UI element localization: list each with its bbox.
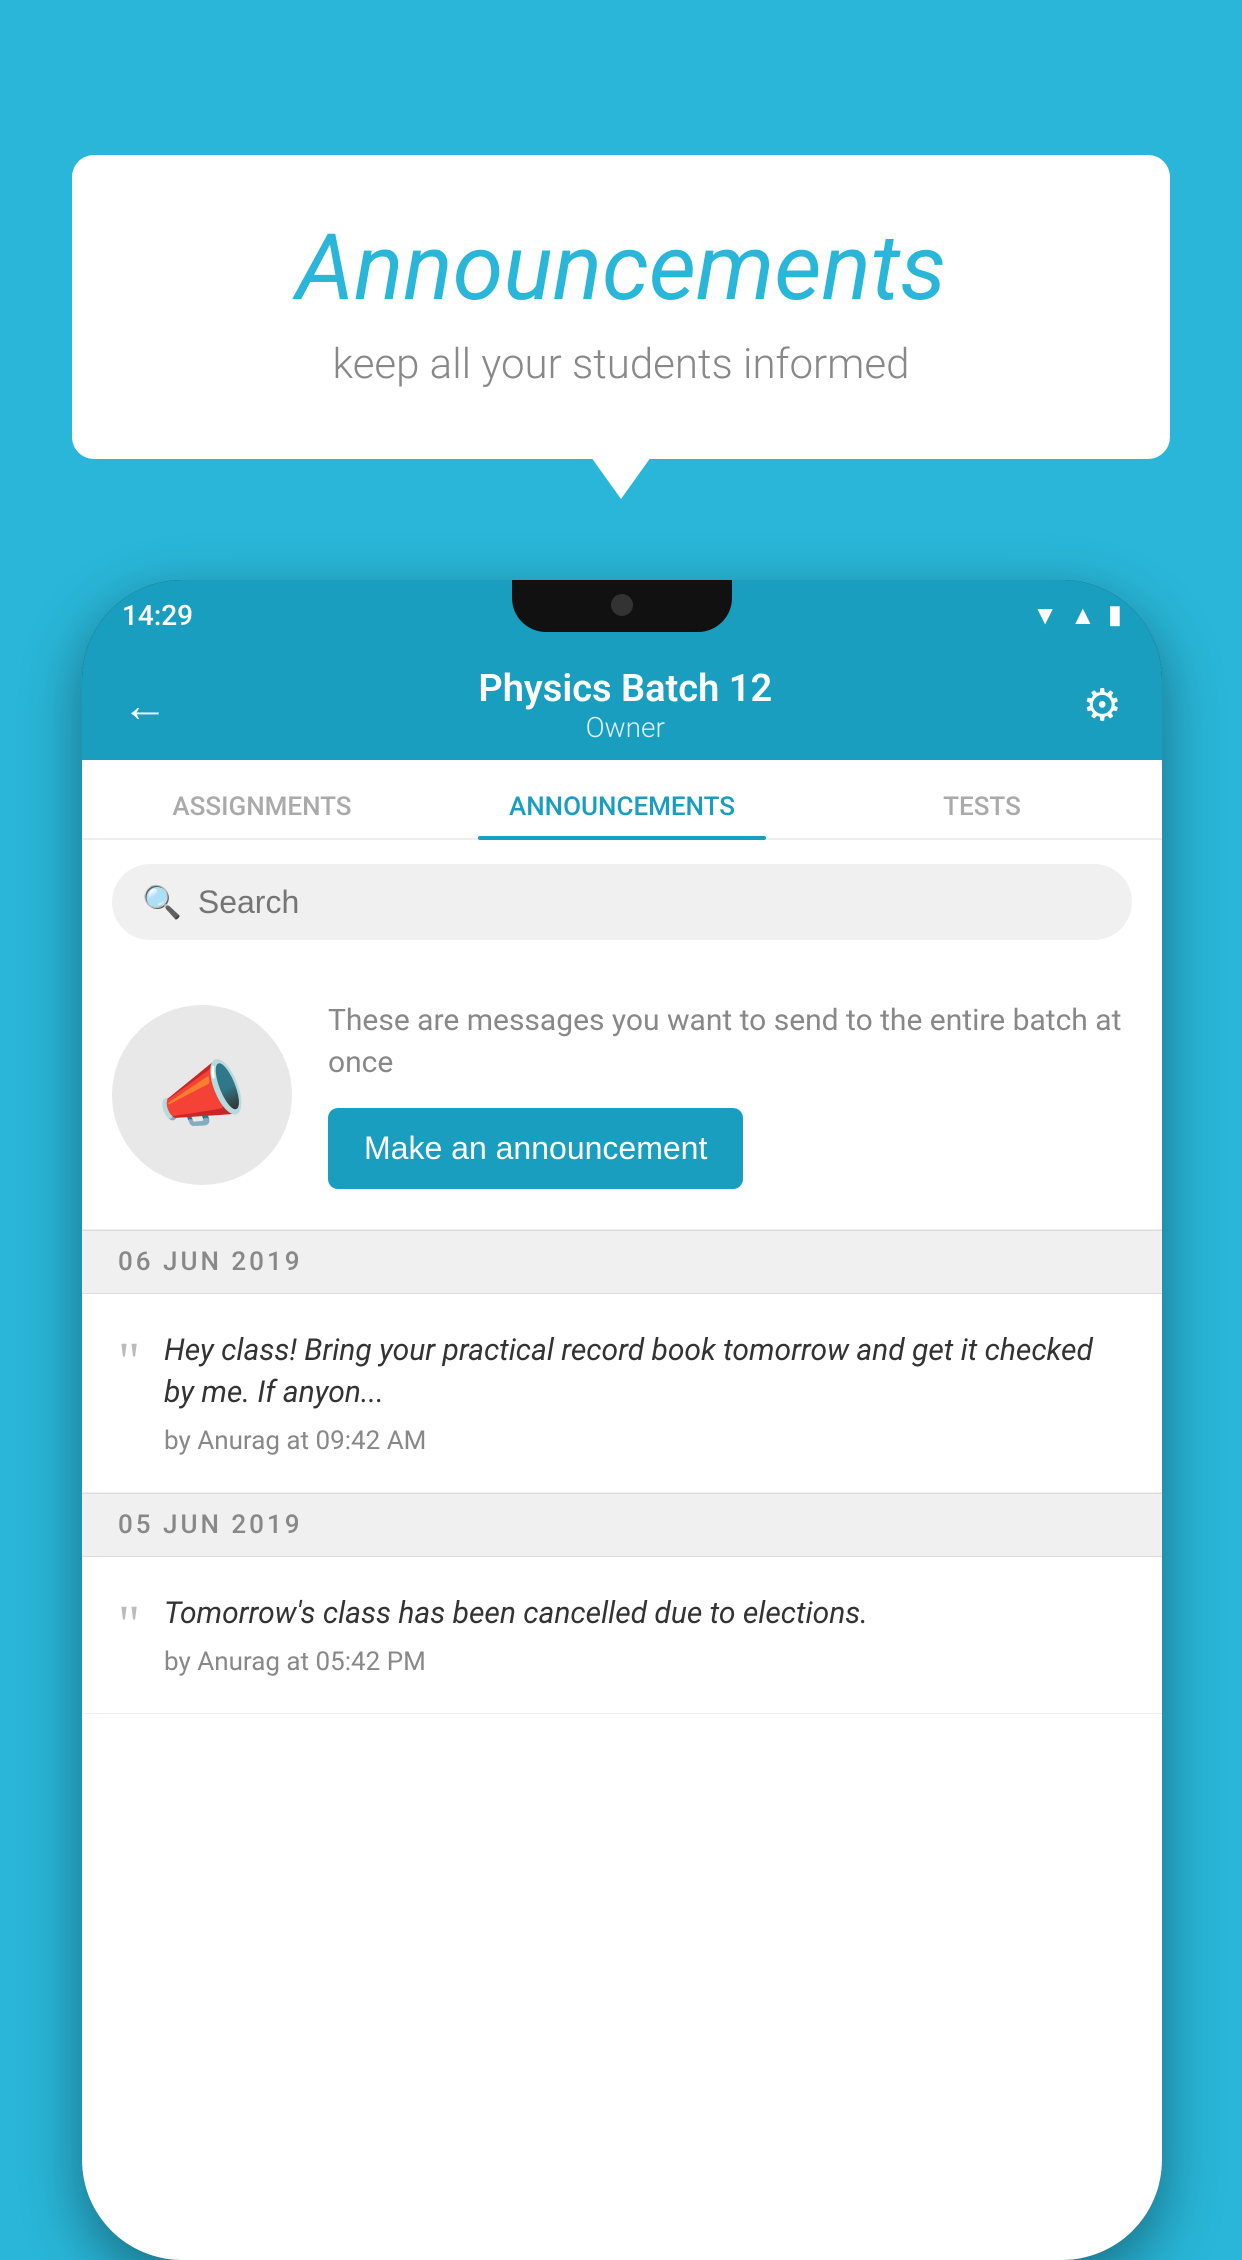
quote-icon-1: ": [118, 1334, 140, 1388]
front-camera: [611, 594, 633, 616]
make-announcement-button[interactable]: Make an announcement: [328, 1108, 743, 1189]
search-input[interactable]: [198, 884, 1102, 921]
search-icon: 🔍: [142, 883, 182, 921]
announcement-meta-2: by Anurag at 05:42 PM: [164, 1647, 1126, 1677]
tabs: ASSIGNMENTS ANNOUNCEMENTS TESTS: [82, 760, 1162, 840]
announcement-meta-1: by Anurag at 09:42 AM: [164, 1426, 1126, 1456]
announcement-message-2: Tomorrow's class has been cancelled due …: [164, 1593, 1126, 1635]
battery-icon: ▮: [1108, 600, 1122, 630]
back-button[interactable]: ←: [122, 678, 168, 733]
wifi-icon: ▼: [1032, 600, 1058, 631]
date-divider-1: 06 JUN 2019: [82, 1230, 1162, 1294]
phone-frame: 14:29 ▼ ▲ ▮ ← Physics Batch 12 Owner ⚙ A…: [82, 580, 1162, 2260]
empty-icon-circle: 📣: [112, 1005, 292, 1185]
tab-tests[interactable]: TESTS: [802, 792, 1162, 838]
announcement-message-1: Hey class! Bring your practical record b…: [164, 1330, 1126, 1414]
announcement-text-1: Hey class! Bring your practical record b…: [164, 1330, 1126, 1456]
bubble-title: Announcements: [152, 215, 1090, 322]
empty-state: 📣 These are messages you want to send to…: [82, 960, 1162, 1230]
quote-icon-2: ": [118, 1597, 140, 1651]
app-bar: ← Physics Batch 12 Owner ⚙: [82, 650, 1162, 760]
announcement-item-2[interactable]: " Tomorrow's class has been cancelled du…: [82, 1557, 1162, 1714]
search-bar[interactable]: 🔍: [112, 864, 1132, 940]
signal-icon: ▲: [1070, 600, 1096, 631]
content-area: 🔍 📣 These are messages you want to send …: [82, 840, 1162, 2260]
speech-bubble: Announcements keep all your students inf…: [72, 155, 1170, 459]
date-divider-2: 05 JUN 2019: [82, 1493, 1162, 1557]
speech-bubble-container: Announcements keep all your students inf…: [72, 155, 1170, 459]
status-icons: ▼ ▲ ▮: [1032, 600, 1122, 631]
empty-state-right: These are messages you want to send to t…: [328, 1000, 1132, 1189]
status-time: 14:29: [122, 599, 193, 632]
megaphone-icon: 📣: [157, 1052, 247, 1137]
announcement-item-1[interactable]: " Hey class! Bring your practical record…: [82, 1294, 1162, 1493]
announcement-text-2: Tomorrow's class has been cancelled due …: [164, 1593, 1126, 1677]
tab-announcements[interactable]: ANNOUNCEMENTS: [442, 792, 802, 838]
empty-state-description: These are messages you want to send to t…: [328, 1000, 1132, 1084]
tab-assignments[interactable]: ASSIGNMENTS: [82, 792, 442, 838]
settings-icon[interactable]: ⚙: [1083, 679, 1122, 731]
phone-notch: [512, 580, 732, 632]
app-bar-title: Physics Batch 12: [168, 667, 1083, 711]
app-bar-subtitle: Owner: [168, 711, 1083, 744]
app-bar-title-group: Physics Batch 12 Owner: [168, 667, 1083, 744]
bubble-subtitle: keep all your students informed: [152, 340, 1090, 389]
